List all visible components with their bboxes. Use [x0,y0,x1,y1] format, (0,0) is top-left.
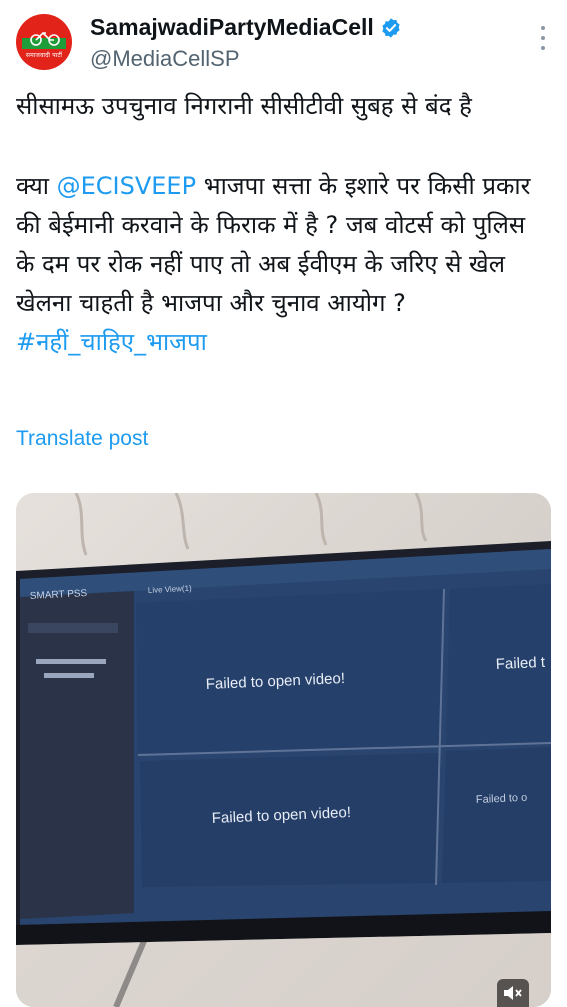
avatar-caption: समाजवादी पार्टी [25,52,63,59]
account-name-row[interactable]: SamajwadiPartyMediaCell [90,14,402,41]
hashtag-link[interactable]: #नहीं_चाहिए_भाजपा [16,328,207,356]
more-options-icon[interactable] [539,26,547,50]
account-handle[interactable]: @MediaCellSP [90,46,240,72]
tile-message-4: Failed to o [476,792,528,806]
video-frame: SMART PSS Live View(1) Failed to open vi… [16,493,551,1007]
video-media[interactable]: SMART PSS Live View(1) Failed to open vi… [16,493,551,1007]
account-name[interactable]: SamajwadiPartyMediaCell [90,14,374,41]
post-body: क्या @ECISVEEP भाजपा सत्ता के इशारे पर क… [16,167,551,362]
verified-badge-icon [382,17,400,38]
avatar[interactable]: समाजवादी पार्टी [16,14,72,70]
party-flag-icon [22,27,66,49]
post-body-prefix: क्या [16,172,57,200]
mute-icon[interactable] [497,979,529,1007]
mention-link[interactable]: @ECISVEEP [57,172,196,200]
tile-message-2: Failed t [495,654,546,673]
translate-post-link[interactable]: Translate post [16,427,148,451]
post-headline: सीसामऊ उपचुनाव निगरानी सीसीटीवी सुबह से … [16,92,472,120]
